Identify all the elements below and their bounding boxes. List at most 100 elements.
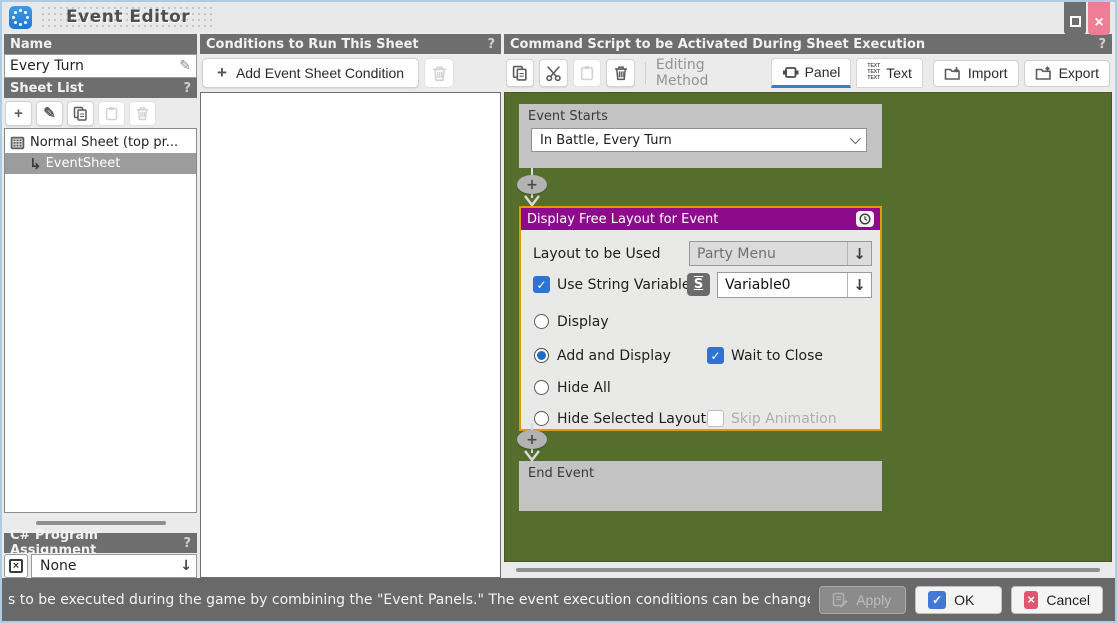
sheet-icon: [10, 136, 25, 150]
copy-panel-button[interactable]: [506, 59, 534, 87]
string-variable-icon: S: [687, 273, 710, 296]
apply-button: Apply: [819, 586, 906, 614]
delete-panel-button[interactable]: [606, 59, 634, 87]
chevron-down-icon: [850, 133, 861, 144]
status-bar: s to be executed during the game by comb…: [2, 578, 1115, 621]
hide-selected-layouts-radio-label: Hide Selected Layouts: [557, 411, 713, 427]
use-string-variable-checkbox[interactable]: ✓: [533, 276, 550, 293]
tree-item-label: Normal Sheet (top pr...: [30, 135, 178, 150]
restore-window-button[interactable]: [1064, 2, 1086, 35]
cancel-x-icon: ×: [1024, 591, 1038, 609]
add-sheet-button[interactable]: +: [5, 101, 32, 126]
rename-sheet-button[interactable]: ✎: [36, 101, 63, 126]
trash-icon: [613, 65, 629, 81]
layout-to-be-used-label: Layout to be Used: [533, 246, 661, 262]
text-mode-button[interactable]: TEXT TEXT TEXT Text: [856, 58, 922, 88]
layout-select[interactable]: Party Menu ↓: [689, 241, 872, 266]
connector-bottom: +: [513, 423, 557, 463]
ok-check-icon: ✓: [928, 591, 946, 609]
sheet-sidebar: Name Every Turn ✎ Sheet List ? + ✎: [4, 34, 197, 578]
scissors-icon: [545, 65, 562, 82]
hide-all-radio[interactable]: [534, 380, 549, 395]
clear-csharp-button[interactable]: ×: [4, 554, 28, 578]
import-button[interactable]: Import: [933, 60, 1019, 87]
export-folder-icon: [1035, 66, 1053, 81]
clock-icon: [856, 211, 874, 227]
paste-icon: [579, 65, 595, 81]
apply-icon: [832, 592, 848, 608]
export-button[interactable]: Export: [1024, 60, 1110, 87]
wait-to-close-label: Wait to Close: [731, 348, 823, 364]
delete-condition-button: [424, 58, 454, 88]
close-icon: ×: [1094, 14, 1103, 32]
event-editor-window: Event Editor × Name Every Turn ✎ Sheet L…: [0, 0, 1117, 623]
sheet-list-toolbar: + ✎: [4, 98, 197, 128]
event-starts-value: In Battle, Every Turn: [540, 133, 672, 148]
display-radio-label: Display: [557, 314, 609, 330]
command-script-help[interactable]: ?: [1098, 37, 1106, 52]
sheet-list-help[interactable]: ?: [183, 81, 191, 96]
csharp-help[interactable]: ?: [183, 536, 191, 551]
display-free-layout-panel[interactable]: Display Free Layout for Event Layout to …: [519, 206, 882, 431]
add-and-display-radio-label: Add and Display: [557, 348, 671, 364]
wait-to-close-checkbox[interactable]: ✓: [707, 347, 724, 364]
edit-icon: ✎: [43, 106, 56, 121]
csharp-assignment-row: × None ↓: [4, 554, 197, 578]
ok-button[interactable]: ✓ OK: [915, 586, 1002, 614]
use-string-variable-label: Use String Variable: [557, 277, 691, 293]
text-icon: TEXT TEXT TEXT: [867, 64, 880, 81]
insert-panel-button-bottom[interactable]: +: [517, 430, 547, 449]
add-condition-button[interactable]: + Add Event Sheet Condition: [202, 58, 419, 88]
panel-icon: [782, 65, 799, 80]
command-panel-header[interactable]: Display Free Layout for Event: [521, 208, 880, 230]
hide-all-radio-label: Hide All: [557, 380, 611, 396]
trash-icon: [135, 106, 150, 121]
paste-panel-button: [573, 59, 601, 87]
tree-item-eventsheet[interactable]: ↳ EventSheet: [5, 153, 196, 174]
csharp-program-select[interactable]: None ↓: [31, 554, 197, 578]
skip-animation-label: Skip Animation: [731, 411, 837, 427]
skip-animation-checkbox: [707, 410, 724, 427]
sheet-name-input[interactable]: Every Turn ✎: [4, 54, 197, 78]
conditions-help[interactable]: ?: [487, 37, 495, 52]
window-title: Event Editor: [40, 5, 216, 29]
title-bar: Event Editor ×: [2, 2, 1115, 32]
event-starts-box: Event Starts In Battle, Every Turn: [519, 104, 882, 168]
restore-icon: [1070, 16, 1081, 27]
sheet-list-header: Sheet List ?: [4, 78, 197, 98]
panel-mode-button[interactable]: Panel: [771, 58, 852, 88]
status-text: s to be executed during the game by comb…: [8, 592, 810, 608]
conditions-list[interactable]: [200, 92, 501, 578]
command-script-toolbar: Editing Method Panel TEXT TEXT TEXT Text…: [504, 54, 1112, 92]
app-icon: [9, 6, 32, 29]
add-and-display-radio[interactable]: [534, 348, 549, 363]
script-canvas[interactable]: Event Starts In Battle, Every Turn + Dis…: [504, 92, 1112, 562]
end-event-box[interactable]: End Event: [519, 461, 882, 511]
copy-icon: [73, 106, 88, 121]
sheet-tree: Normal Sheet (top pr... ↳ EventSheet: [4, 128, 197, 513]
connector-top: +: [513, 168, 557, 208]
canvas-hscrollbar[interactable]: [504, 562, 1112, 578]
name-header: Name: [4, 34, 197, 54]
add-icon: +: [217, 63, 227, 83]
close-window-button[interactable]: ×: [1088, 2, 1110, 35]
paste-icon: [104, 106, 119, 121]
insert-panel-button-top[interactable]: +: [517, 175, 547, 194]
tree-item-normal-sheet[interactable]: Normal Sheet (top pr...: [5, 132, 196, 153]
branch-arrow-icon: ↳: [29, 155, 42, 173]
dropdown-arrow-icon: ↓: [180, 558, 192, 574]
delete-sheet-button: [129, 101, 156, 126]
event-starts-label: Event Starts: [519, 104, 882, 124]
tree-item-label: EventSheet: [46, 156, 121, 171]
cancel-button[interactable]: × Cancel: [1011, 586, 1103, 614]
csharp-program-value: None: [40, 558, 77, 574]
command-script-header: Command Script to be Activated During Sh…: [504, 34, 1112, 54]
command-panel-title: Display Free Layout for Event: [527, 212, 718, 227]
sheet-name-value: Every Turn: [10, 58, 84, 74]
string-variable-select[interactable]: Variable0 ↓: [717, 272, 872, 298]
copy-sheet-button[interactable]: [67, 101, 94, 126]
event-starts-select[interactable]: In Battle, Every Turn: [531, 128, 867, 152]
cut-panel-button[interactable]: [539, 59, 567, 87]
display-radio[interactable]: [534, 314, 549, 329]
conditions-header: Conditions to Run This Sheet ?: [200, 34, 501, 54]
